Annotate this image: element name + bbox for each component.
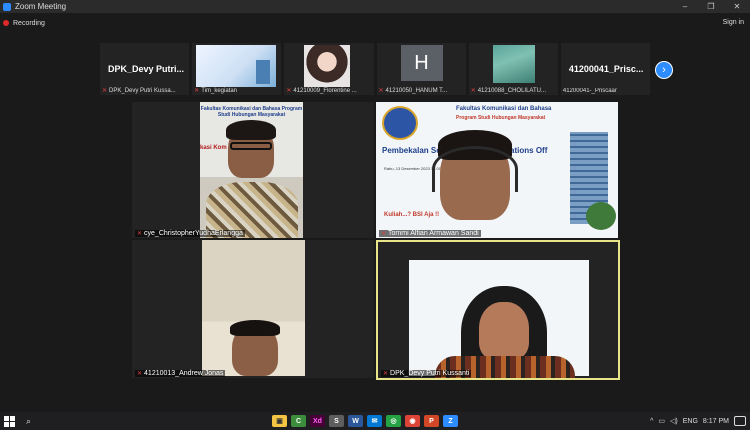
participant-video: Fakultas Komunikasi dan Bahasa Program S… — [376, 102, 618, 238]
background-poster-text: Fakultas Komunikasi dan Bahasa Program S… — [200, 106, 303, 118]
adobe-xd-icon[interactable]: Xd — [310, 415, 325, 427]
next-page-icon[interactable]: › — [655, 61, 673, 79]
close-button[interactable]: ✕ — [724, 2, 750, 11]
tray-chevron-icon[interactable]: ^ — [650, 418, 653, 425]
maximize-button[interactable]: ❐ — [698, 2, 724, 11]
zoom-icon[interactable]: Z — [443, 415, 458, 427]
language-indicator[interactable]: ENG — [683, 418, 698, 425]
mic-muted-icon: ✕ — [378, 88, 384, 94]
window-title: Zoom Meeting — [15, 2, 67, 11]
headset — [432, 146, 518, 192]
participant-name: 41210013_Andrew Jonas — [144, 370, 224, 377]
mic-muted-icon: ✕ — [383, 371, 389, 377]
mic-muted-icon: ✕ — [102, 88, 108, 94]
chrome-icon[interactable]: ◉ — [405, 415, 420, 427]
participant-thumbnail[interactable]: 41200041_Prisc... 41200041-_Priscaar — [560, 43, 651, 95]
participant-label: 41210009_Florentine ... — [293, 88, 357, 94]
participant-label: 41210088_CHOLILATU... — [477, 88, 546, 94]
person-hair — [226, 120, 276, 140]
poster-slogan: Kuliah...? BSI Aja !! — [384, 212, 440, 218]
video-tile[interactable]: ✕ 41210013_Andrew Jonas — [132, 240, 374, 378]
poster-heading: Fakultas Komunikasi dan Bahasa — [456, 106, 552, 112]
meeting-toolbar: Recording Sign in — [0, 14, 750, 32]
mic-muted-icon: ✕ — [137, 231, 143, 237]
active-speaker-tile[interactable]: ✕ DPK_Devy Putri Kussanti — [376, 240, 620, 380]
participant-name: cye_ChristopherYudhaErlangga — [144, 230, 243, 237]
person-hair — [230, 320, 280, 336]
participant-profile-photo — [492, 45, 535, 83]
shared-poster-video — [196, 45, 277, 87]
recording-label: Recording — [13, 19, 45, 27]
taskbar-apps: ▣ C Xd S W ✉ ◎ ◉ P Z — [272, 415, 458, 427]
participant-label: Tim_kegiatan — [201, 88, 237, 94]
participant-label: 41200041-_Priscaar — [562, 88, 617, 94]
signin-link[interactable]: Sign in — [723, 19, 744, 26]
notification-icon[interactable] — [734, 416, 746, 426]
word-icon[interactable]: W — [348, 415, 363, 427]
university-logo — [382, 106, 418, 140]
participant-thumbnail[interactable]: ✕ Tim_kegiatan — [192, 43, 282, 95]
battery-icon[interactable]: ▭ — [658, 417, 665, 425]
participant-thumbnail[interactable]: ✕ 41210009_Florentine ... — [284, 43, 374, 95]
participant-label: DPK_Devy Putri Kussa... — [109, 88, 176, 94]
powerpoint-icon[interactable]: P — [424, 415, 439, 427]
participant-video: Fakultas Komunikasi dan Bahasa Program S… — [200, 102, 303, 238]
person-head — [479, 302, 529, 360]
store-icon[interactable]: S — [329, 415, 344, 427]
recording-indicator-icon — [3, 20, 9, 26]
minimize-button[interactable]: – — [672, 2, 698, 11]
mic-muted-icon: ✕ — [381, 231, 387, 237]
participant-thumbnail[interactable]: H ✕ 41210050_HANUM T... — [376, 43, 466, 95]
mic-muted-icon: ✕ — [194, 88, 200, 94]
participant-avatar: H — [400, 45, 443, 81]
volume-icon[interactable]: ◁) — [670, 417, 678, 425]
whatsapp-icon[interactable]: ◎ — [386, 415, 401, 427]
windows-start-icon[interactable] — [4, 415, 18, 427]
zoom-app-icon — [3, 2, 11, 11]
camtasia-icon[interactable]: C — [291, 415, 306, 427]
windows-taskbar: ⌕ ▣ C Xd S W ✉ ◎ ◉ P Z ^ ▭ ◁) ENG 8:17 P… — [0, 412, 750, 430]
participant-video — [409, 260, 589, 378]
video-tile[interactable]: Fakultas Komunikasi dan Bahasa Program S… — [376, 102, 618, 238]
mail-icon[interactable]: ✉ — [367, 415, 382, 427]
participant-name: Tommi Alfian Armawan Sandi — [388, 230, 479, 237]
video-tile[interactable]: Fakultas Komunikasi dan Bahasa Program S… — [132, 102, 374, 238]
participant-name-display: 41200041_Prisc... — [568, 64, 644, 74]
participant-label: 41210050_HANUM T... — [385, 88, 448, 94]
glasses — [230, 142, 272, 150]
tree-graphic — [586, 202, 616, 230]
mic-muted-icon: ✕ — [137, 371, 143, 377]
participant-name: DPK_Devy Putri Kussanti — [390, 370, 470, 377]
participant-strip: DPK_Devy Putri... ✕ DPK_Devy Putri Kussa.… — [100, 43, 651, 95]
participant-profile-photo — [304, 45, 351, 87]
clock[interactable]: 8:17 PM — [703, 418, 729, 425]
system-tray: ^ ▭ ◁) ENG 8:17 PM — [650, 412, 746, 430]
participant-thumbnail[interactable]: ✕ 41210088_CHOLILATU... — [468, 43, 558, 95]
search-icon[interactable]: ⌕ — [26, 416, 31, 427]
participant-video — [202, 240, 305, 376]
participant-thumbnail[interactable]: DPK_Devy Putri... ✕ DPK_Devy Putri Kussa.… — [100, 43, 190, 95]
file-explorer-icon[interactable]: ▣ — [272, 415, 287, 427]
poster-subheading: Program Studi Hubungan Masyarakat — [456, 115, 546, 121]
participant-name-display: DPK_Devy Putri... — [108, 64, 185, 74]
mic-muted-icon: ✕ — [286, 88, 292, 94]
mic-muted-icon: ✕ — [470, 88, 476, 94]
title-bar: Zoom Meeting – ❐ ✕ — [0, 0, 750, 13]
